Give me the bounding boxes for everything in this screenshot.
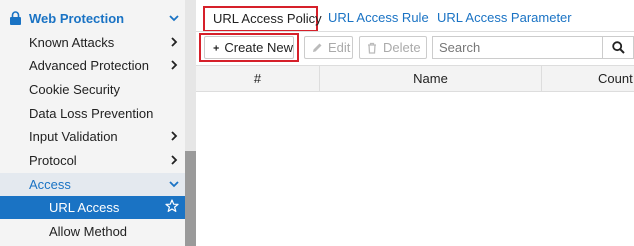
lock-icon bbox=[10, 11, 21, 25]
plus-icon bbox=[213, 44, 219, 51]
column-header-number[interactable]: # bbox=[196, 66, 320, 91]
trash-icon bbox=[368, 42, 376, 54]
chevron-right-icon bbox=[171, 37, 178, 47]
sidebar-item-known-attacks[interactable]: Known Attacks bbox=[0, 31, 185, 54]
sidebar-item-data-loss-prevention[interactable]: Data Loss Prevention bbox=[0, 102, 185, 125]
tab-url-access-rule[interactable]: URL Access Rule bbox=[328, 6, 429, 30]
chevron-right-icon bbox=[171, 131, 178, 141]
chevron-right-icon bbox=[171, 60, 178, 70]
sidebar-item-label: Input Validation bbox=[29, 129, 118, 144]
sidebar-item-label: Advanced Protection bbox=[29, 58, 149, 73]
sidebar-item-label: Known Attacks bbox=[29, 35, 115, 50]
sidebar-item-label: Protocol bbox=[29, 153, 77, 168]
tab-url-access-policy[interactable]: URL Access Policy bbox=[203, 6, 322, 32]
main-content: URL Access Policy URL Access Rule URL Ac… bbox=[196, 0, 634, 246]
sidebar-nav: Web Protection Known Attacks Advanced Pr… bbox=[0, 0, 185, 246]
sidebar-scrollbar-thumb[interactable] bbox=[185, 151, 196, 246]
delete-button[interactable]: Delete bbox=[359, 36, 427, 59]
sidebar-item-label: Web Protection bbox=[29, 11, 125, 26]
sidebar-item-protocol[interactable]: Protocol bbox=[0, 149, 185, 172]
edit-button[interactable]: Edit bbox=[304, 36, 353, 59]
star-icon[interactable] bbox=[165, 199, 179, 213]
delete-label: Delete bbox=[383, 40, 421, 55]
sidebar-item-label: Cookie Security bbox=[29, 82, 121, 97]
pencil-icon bbox=[313, 43, 322, 52]
sidebar-item-advanced-protection[interactable]: Advanced Protection bbox=[0, 54, 185, 77]
sidebar-item-access[interactable]: Access bbox=[0, 173, 185, 196]
search-box bbox=[432, 36, 634, 59]
create-new-label: Create New bbox=[224, 40, 293, 55]
edit-label: Edit bbox=[328, 40, 351, 55]
chevron-down-icon bbox=[169, 15, 179, 22]
search-icon bbox=[611, 41, 625, 54]
sidebar-item-cookie-security[interactable]: Cookie Security bbox=[0, 78, 185, 101]
table-header: # Name Count bbox=[196, 65, 634, 92]
sidebar-item-web-protection[interactable]: Web Protection bbox=[0, 7, 185, 30]
column-header-count[interactable]: Count bbox=[542, 66, 634, 91]
sidebar-item-label: Data Loss Prevention bbox=[29, 106, 154, 121]
search-button[interactable] bbox=[602, 37, 633, 58]
sidebar-item-url-access[interactable]: URL Access bbox=[0, 196, 185, 219]
sidebar-item-label: URL Access bbox=[49, 200, 120, 215]
tab-url-access-parameter[interactable]: URL Access Parameter bbox=[437, 6, 572, 30]
sidebar-item-input-validation[interactable]: Input Validation bbox=[0, 125, 185, 148]
chevron-down-icon bbox=[169, 181, 179, 188]
sidebar-item-label: Access bbox=[29, 177, 71, 192]
chevron-right-icon bbox=[171, 155, 178, 165]
column-header-name[interactable]: Name bbox=[320, 66, 542, 91]
sidebar-item-allow-method[interactable]: Allow Method bbox=[0, 220, 185, 243]
sidebar: Web Protection Known Attacks Advanced Pr… bbox=[0, 0, 196, 246]
sidebar-item-label: Allow Method bbox=[49, 224, 128, 239]
create-new-button[interactable]: Create New bbox=[204, 36, 294, 59]
search-input[interactable] bbox=[437, 36, 601, 59]
tab-divider bbox=[196, 31, 634, 32]
